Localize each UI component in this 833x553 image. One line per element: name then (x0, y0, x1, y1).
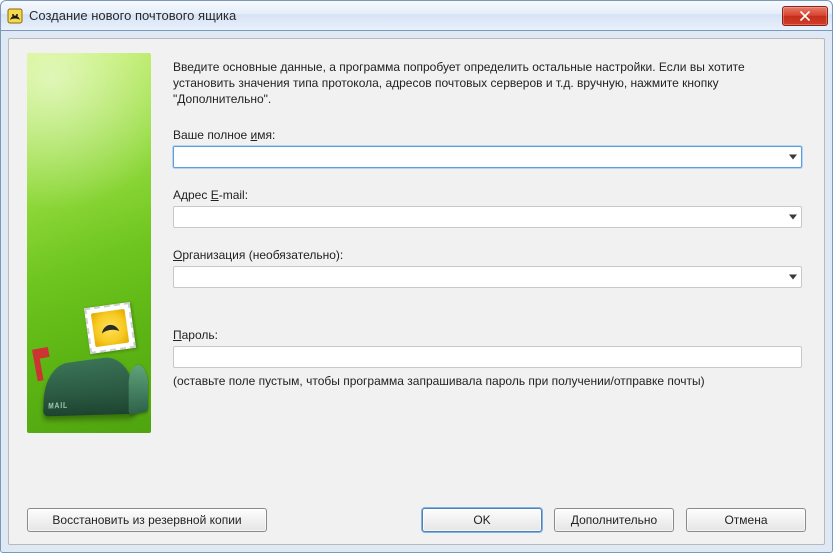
field-name: Ваше полное имя: (173, 128, 802, 168)
org-input[interactable] (173, 266, 802, 288)
password-label: Пароль: (173, 328, 802, 342)
password-input[interactable] (173, 346, 802, 368)
app-icon (7, 8, 23, 24)
email-label: Адрес E-mail: (173, 188, 802, 202)
chevron-down-icon (789, 274, 797, 279)
restore-button[interactable]: Восстановить из резервной копии (27, 508, 267, 532)
field-org: Организация (необязательно): (173, 248, 802, 288)
bat-icon (98, 316, 123, 341)
name-input[interactable] (173, 146, 802, 168)
close-button[interactable] (782, 6, 828, 26)
close-icon (800, 11, 810, 21)
name-label: Ваше полное имя: (173, 128, 802, 142)
chevron-down-icon (789, 154, 797, 159)
more-button[interactable]: Дополнительно (554, 508, 674, 532)
chevron-down-icon (789, 214, 797, 219)
window-title: Создание нового почтового ящика (29, 8, 236, 23)
stamp-icon (84, 302, 136, 354)
titlebar: Создание нового почтового ящика (0, 0, 833, 30)
sidebar-illustration (27, 53, 151, 433)
field-email: Адрес E-mail: (173, 188, 802, 228)
password-hint: (оставьте поле пустым, чтобы программа з… (173, 374, 802, 388)
dialog-panel: Введите основные данные, а программа поп… (8, 38, 825, 545)
cancel-button[interactable]: Отмена (686, 508, 806, 532)
form-column: Введите основные данные, а программа поп… (173, 53, 806, 494)
window-body: Введите основные данные, а программа поп… (0, 30, 833, 553)
content-row: Введите основные данные, а программа поп… (27, 53, 806, 494)
mailbox-icon (37, 305, 141, 415)
intro-text: Введите основные данные, а программа поп… (173, 59, 802, 108)
email-input[interactable] (173, 206, 802, 228)
org-label: Организация (необязательно): (173, 248, 802, 262)
field-password: Пароль: (173, 328, 802, 368)
ok-button[interactable]: OK (422, 508, 542, 532)
button-row: Восстановить из резервной копии OK Допол… (27, 494, 806, 532)
